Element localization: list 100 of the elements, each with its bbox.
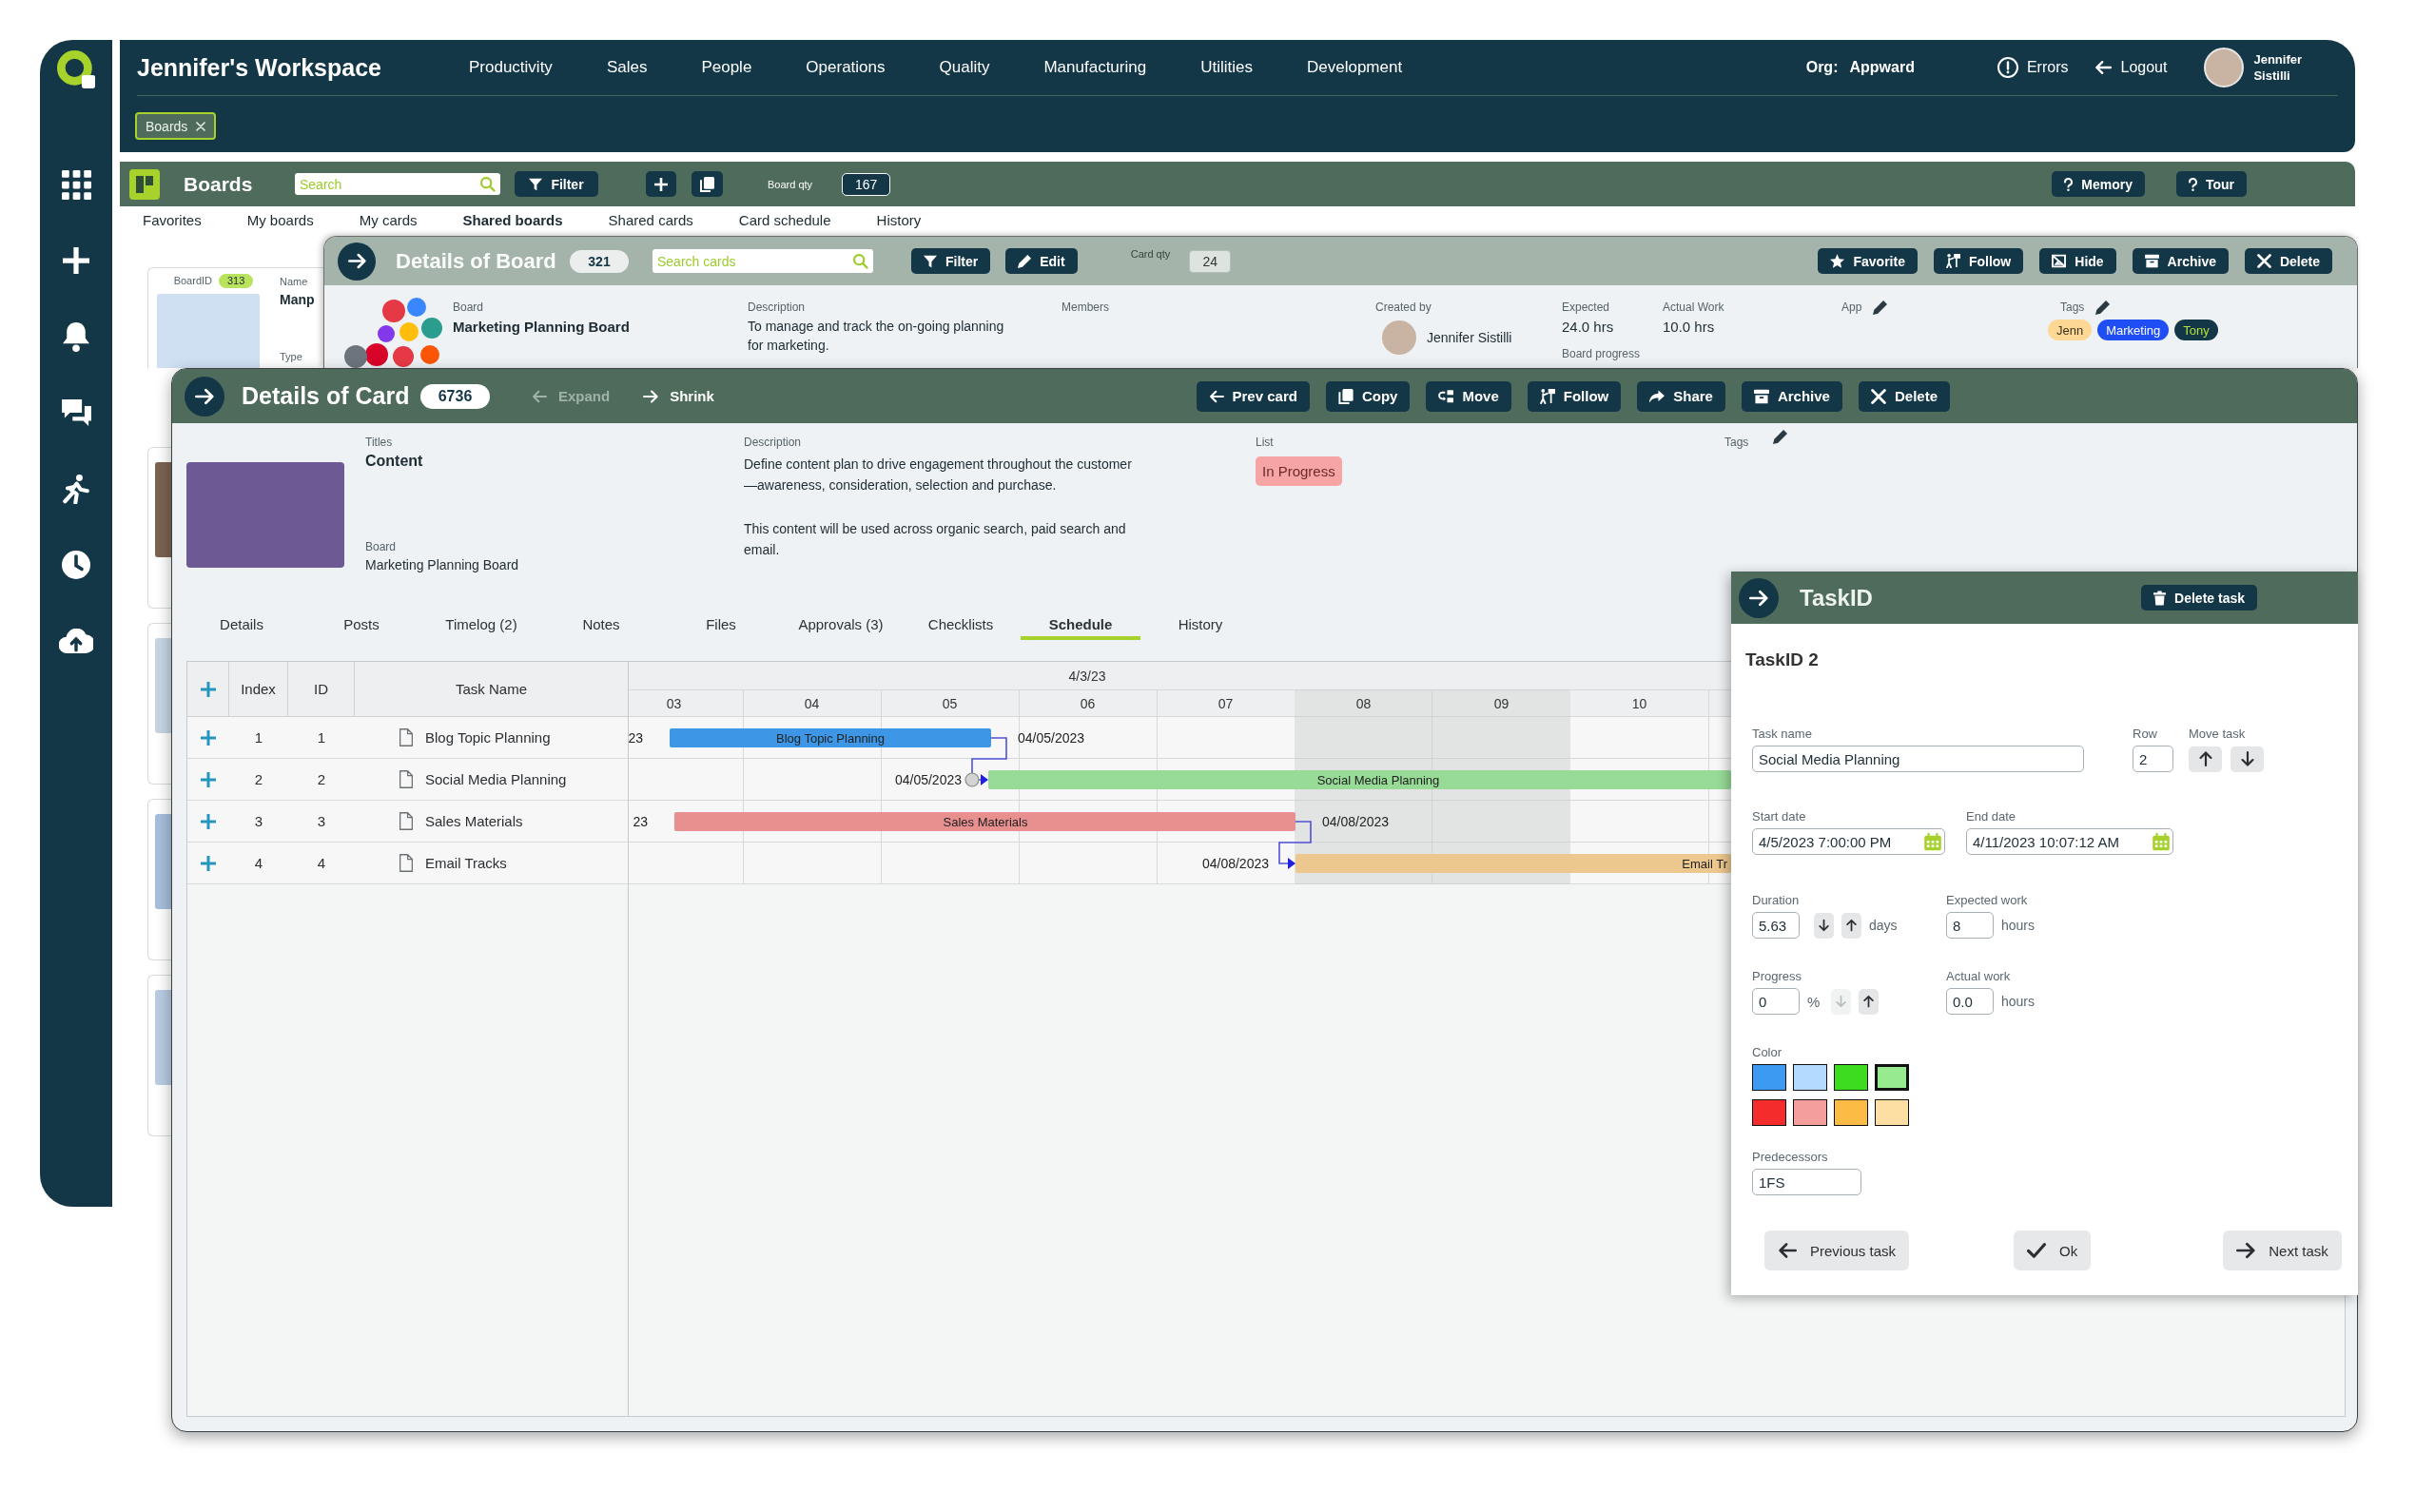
color-swatch[interactable] (1834, 1099, 1868, 1126)
edit-tags-button[interactable] (1773, 430, 1788, 444)
text-field[interactable]: 1FS (1752, 1169, 1861, 1195)
previous-task-button[interactable]: Previous task (1764, 1231, 1910, 1270)
running-figure-icon[interactable] (63, 474, 89, 504)
logout-button[interactable]: Logout (2094, 59, 2168, 76)
menu-item[interactable]: Manufacturing (1043, 58, 1147, 77)
menu-item[interactable]: Operations (806, 58, 886, 77)
help-button[interactable]: Memory (2052, 171, 2145, 197)
archive-button[interactable]: Archive (2132, 248, 2229, 274)
tab[interactable]: My boards (246, 211, 314, 230)
bell-icon[interactable] (63, 321, 89, 352)
color-swatch[interactable] (1793, 1099, 1827, 1126)
color-swatch[interactable] (1875, 1064, 1909, 1091)
tab[interactable]: Schedule (1021, 604, 1140, 640)
add-button[interactable] (646, 171, 676, 197)
hide-button[interactable]: Hide (2039, 248, 2116, 274)
delete-button[interactable]: Delete (2244, 248, 2332, 274)
increase-button[interactable] (1841, 912, 1861, 939)
task-bar[interactable] (670, 728, 991, 747)
color-swatch[interactable] (1752, 1064, 1786, 1091)
tab[interactable]: Shared boards (462, 211, 563, 230)
cloud-upload-icon[interactable] (59, 629, 93, 653)
tab[interactable]: Posts (302, 604, 421, 640)
menu-item[interactable]: Quality (939, 58, 990, 77)
move-down-button[interactable] (2230, 746, 2264, 772)
text-field[interactable]: 0.0 (1946, 988, 1994, 1015)
help-button[interactable]: Tour (2175, 171, 2247, 197)
tab[interactable]: History (1140, 604, 1260, 640)
shrink-button[interactable]: Shrink (643, 388, 714, 404)
tab[interactable]: History (876, 211, 922, 230)
menu-item[interactable]: Utilities (1200, 58, 1253, 77)
plus-icon (201, 813, 216, 829)
text-field[interactable]: 8 (1946, 912, 1994, 939)
menu-item[interactable]: Development (1306, 58, 1403, 77)
delete-button[interactable]: Delete (1858, 380, 1950, 412)
clock-icon[interactable] (62, 551, 90, 579)
date-field[interactable]: 4/5/2023 7:00:00 PM (1752, 828, 1945, 855)
tab[interactable]: Shared cards (608, 211, 693, 230)
link-handle-icon[interactable] (964, 772, 980, 787)
text-field[interactable]: 2 (2133, 746, 2173, 772)
add-subtask-button[interactable] (201, 855, 216, 871)
add-subtask-button[interactable] (201, 813, 216, 829)
decrease-button[interactable] (1814, 912, 1834, 939)
move-up-button[interactable] (2189, 746, 2222, 772)
tab[interactable]: Favorites (143, 211, 202, 230)
color-swatch[interactable] (1834, 1064, 1868, 1091)
add-task-button[interactable] (200, 681, 216, 697)
text-field[interactable]: 5.63 (1752, 912, 1800, 939)
next-task-button[interactable]: Next task (2223, 1231, 2342, 1270)
filter-button[interactable]: Filter (911, 248, 991, 274)
tab[interactable]: Card schedule (738, 211, 831, 230)
search-field[interactable]: Search cards (653, 249, 873, 273)
move-button[interactable]: Move (1426, 380, 1511, 412)
menu-item[interactable]: Sales (606, 58, 648, 77)
menu-item[interactable]: People (701, 58, 752, 77)
task-bar[interactable] (674, 812, 1295, 831)
delete-task-button[interactable]: Delete task (2141, 585, 2257, 611)
collapse-button[interactable] (338, 242, 376, 281)
text-field[interactable]: 0 (1752, 988, 1800, 1015)
tab[interactable]: Notes (541, 604, 661, 640)
collapse-button[interactable] (185, 376, 224, 417)
collapse-button[interactable] (1739, 577, 1779, 618)
open-tab[interactable]: Boards (135, 112, 217, 140)
text-field[interactable]: Social Media Planning (1752, 746, 2084, 772)
follow-button[interactable]: Follow (1933, 248, 2024, 274)
user-avatar[interactable] (2204, 48, 2245, 87)
add-subtask-button[interactable] (201, 771, 216, 787)
archive-button[interactable]: Archive (1741, 380, 1842, 412)
tab[interactable]: Files (661, 604, 781, 640)
previous-card-button[interactable]: Prev card (1196, 380, 1310, 412)
favorite-button[interactable]: Favorite (1818, 248, 1918, 274)
share-button[interactable]: Share (1637, 380, 1725, 412)
color-swatch[interactable] (1793, 1064, 1827, 1091)
tab[interactable]: My cards (359, 211, 418, 230)
copy-button[interactable]: Copy (1325, 380, 1411, 412)
tab[interactable]: Checklists (901, 604, 1021, 640)
color-swatch[interactable] (1875, 1099, 1909, 1126)
follow-button[interactable]: Follow (1527, 380, 1622, 412)
ok-button[interactable]: Ok (2014, 1231, 2092, 1270)
chat-icon[interactable] (61, 399, 91, 426)
board-name: Manp (280, 292, 315, 307)
task-bar[interactable] (988, 770, 1731, 789)
increase-button[interactable] (1859, 988, 1880, 1015)
tab[interactable]: Timelog (2) (421, 604, 541, 640)
edit-app-button[interactable] (1873, 300, 1888, 315)
plus-icon[interactable] (63, 247, 89, 274)
copy-button[interactable] (692, 171, 723, 197)
grid-icon[interactable] (61, 169, 91, 200)
edit-tags-button[interactable] (2095, 300, 2111, 315)
errors-button[interactable]: Errors (1997, 57, 2069, 78)
color-swatch[interactable] (1752, 1099, 1786, 1126)
search-field[interactable]: Search (295, 173, 500, 195)
menu-item[interactable]: Productivity (469, 58, 553, 77)
tab[interactable]: Details (182, 604, 302, 640)
tab[interactable]: Approvals (3) (781, 604, 901, 640)
add-subtask-button[interactable] (201, 729, 216, 746)
date-field[interactable]: 4/11/2023 10:07:12 AM (1966, 828, 2173, 855)
edit-button[interactable]: Edit (1005, 248, 1078, 274)
filter-button[interactable]: Filter (515, 171, 598, 197)
